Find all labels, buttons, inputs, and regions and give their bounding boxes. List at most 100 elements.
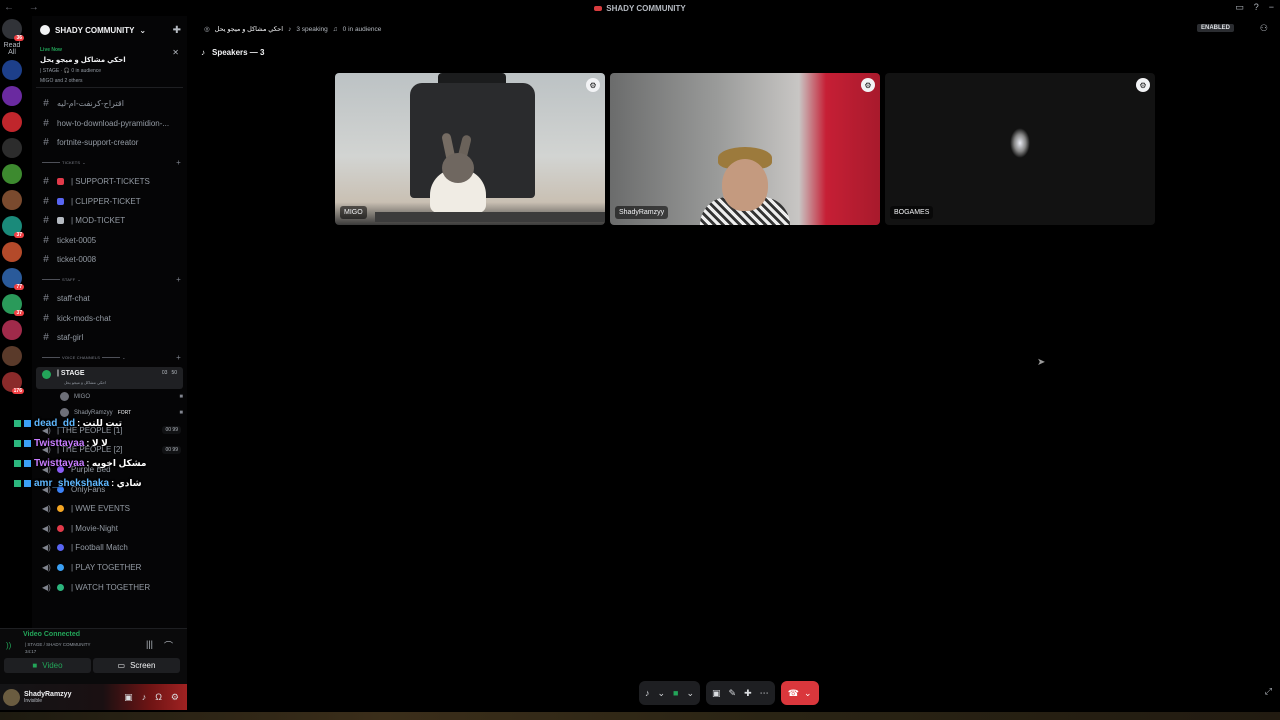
text-channel[interactable]: # | CLIPPER-TICKET [32, 191, 187, 211]
read-all-button[interactable]: Read All [0, 42, 24, 56]
text-channel[interactable]: # | MOD-TICKET [32, 211, 187, 231]
tile-options-icon[interactable]: ⚙ [861, 78, 875, 92]
fullscreen-icon[interactable]: ⤢ [1265, 686, 1272, 697]
live-now-label: Live Now [40, 47, 62, 53]
camera-icon: ■ [179, 393, 183, 400]
badge-icon [24, 459, 31, 467]
voice-channel[interactable]: ◀) | WWE EVENTS [32, 499, 187, 519]
microphone-icon[interactable]: ♪ [645, 688, 650, 698]
server-icon[interactable] [2, 164, 22, 184]
add-channel-icon[interactable]: + [176, 158, 181, 167]
staff-channels: # staff-chat # kick-mods-chat # staf-girl [32, 289, 187, 348]
nav-arrows[interactable]: ← → [4, 2, 45, 13]
window-title: SHADY COMMUNITY [594, 3, 686, 13]
video-button[interactable]: ■ Video [4, 658, 91, 673]
channel-name: | WWE EVENTS [71, 504, 130, 514]
voice-connected-server[interactable]: | STAGE / SHADY COMMUNITY [25, 642, 91, 647]
video-tile-migo[interactable]: ⚙ MIGO [335, 73, 605, 225]
server-icon[interactable]: 176 [2, 372, 24, 394]
text-channel[interactable]: # kick-mods-chat [32, 308, 187, 328]
add-channel-icon[interactable]: + [176, 275, 181, 284]
channel-name: ticket-0005 [57, 235, 97, 245]
close-icon[interactable]: ✕ [172, 48, 179, 57]
more-icon[interactable]: ⋯ [760, 688, 769, 699]
video-tile-bogames[interactable]: ⚙ BOGAMES [885, 73, 1155, 225]
leave-call-button[interactable]: ☎ ⌄ [780, 681, 819, 705]
tile-options-icon[interactable]: ⚙ [586, 78, 600, 92]
server-icon[interactable]: 37 [2, 216, 24, 238]
screen-share-button[interactable]: ▭ Screen [93, 658, 180, 673]
camera-icon[interactable]: ■ [673, 688, 678, 698]
server-icon[interactable]: 37 [2, 294, 24, 316]
activity-icon[interactable]: ✎ [729, 688, 737, 699]
chevron-down-icon[interactable]: ⌄ [686, 688, 694, 699]
guild-icon [40, 25, 50, 35]
text-channel[interactable]: # | SUPPORT-TICKETS [32, 172, 187, 192]
inbox-icon[interactable]: ▭ [1235, 2, 1244, 13]
window-controls: ▭ ? − [1235, 2, 1274, 13]
noise-suppression-icon[interactable]: ||| [146, 639, 153, 649]
voice-channel[interactable]: ◀) | Football Match [32, 538, 187, 558]
stage-channel[interactable]: | STAGE احكي مشاكل و ميجو يحل 03 50 [36, 366, 183, 389]
headphones-icon[interactable]: Ω [155, 692, 162, 703]
chevron-down-icon: ⌄ [139, 25, 147, 35]
text-channel[interactable]: # how-to-download-pyramidion-... [32, 114, 187, 134]
server-icon[interactable] [2, 60, 22, 80]
text-channel[interactable]: # staf-girl [32, 328, 187, 348]
game-icon[interactable]: ▣ [124, 692, 133, 703]
avatar[interactable] [3, 688, 20, 706]
voice-channel[interactable]: ◀) | WATCH TOGETHER [32, 577, 187, 597]
video-tile-shadyramzyy[interactable]: ⚙ ShadyRamzyy [610, 73, 880, 225]
text-channel[interactable]: # ticket-0005 [32, 231, 187, 251]
ticket-channels: # | SUPPORT-TICKETS # | CLIPPER-TICKET # | MO… [32, 172, 187, 270]
channel-name: kick-mods-chat [57, 313, 111, 323]
tile-options-icon[interactable]: ⚙ [1136, 78, 1150, 92]
category-tickets[interactable]: TICKETS ⌄ + [32, 153, 187, 172]
speaker-icon: ◀) [42, 582, 51, 592]
server-icon[interactable] [2, 138, 22, 158]
voice-channel[interactable]: ◀) | PLAY TOGETHER [32, 558, 187, 578]
chat-message: dead_dd: تيت للنت [0, 413, 160, 433]
signal-icon[interactable]: )) [6, 641, 11, 650]
add-channel-icon[interactable]: + [176, 353, 181, 362]
server-icon[interactable] [2, 112, 22, 132]
server-icon[interactable] [2, 242, 22, 262]
chevron-down-icon[interactable]: ⌄ [658, 688, 666, 699]
voice-channel[interactable]: ◀) | Movie-Night [32, 519, 187, 539]
chat-text: : تيت للنت [77, 417, 122, 428]
server-icon[interactable] [2, 346, 22, 366]
minimize-icon[interactable]: − [1269, 2, 1274, 13]
user-info[interactable]: ShadyRamzyy Invisible [24, 691, 71, 704]
enabled-badge[interactable]: ENABLED [1196, 24, 1234, 32]
screen-button-label: Screen [130, 661, 156, 670]
home-badge: 36 [14, 35, 24, 41]
window-title-text: SHADY COMMUNITY [606, 3, 686, 13]
voice-connected-status[interactable]: Video Connected [23, 631, 80, 638]
guild-header[interactable]: SHADY COMMUNITY ⌄ ✚ [32, 16, 187, 44]
server-icon[interactable]: 77 [2, 268, 24, 290]
stage-member[interactable]: MIGO ■ [32, 389, 187, 405]
members-icon[interactable]: ⚇ [1260, 23, 1268, 34]
text-channel[interactable]: # fortnite-support-creator [32, 133, 187, 153]
home-button[interactable]: 36 [2, 19, 24, 41]
text-channel[interactable]: # staff-chat [32, 289, 187, 309]
speaker-icon: ◀) [42, 523, 51, 533]
server-icon[interactable] [2, 190, 22, 210]
disconnect-icon[interactable]: ⌒ [164, 639, 173, 652]
category-staff[interactable]: STAFF ⌄ + [32, 270, 187, 289]
text-channel[interactable]: # ticket-0008 [32, 250, 187, 270]
microphone-icon[interactable]: ♪ [142, 692, 147, 703]
share-screen-icon[interactable]: ▣ [712, 688, 721, 699]
text-channel[interactable]: # اقتراح-كرنفت-ام-ليه [32, 94, 187, 114]
hash-icon: # [43, 98, 49, 110]
invite-icon[interactable]: ✚ [173, 25, 181, 36]
category-tickets-label: TICKETS [62, 159, 81, 165]
gear-icon[interactable]: ⚙ [171, 692, 179, 703]
category-voice[interactable]: VOICE CHANNELS ⌄ + [32, 348, 187, 367]
live-now-card[interactable]: Live Now احكي مشاكل و ميجو يحل | STAGE ·… [36, 44, 183, 88]
help-icon[interactable]: ? [1254, 2, 1259, 13]
stream-image [1010, 128, 1030, 158]
server-icon[interactable] [2, 86, 22, 106]
server-icon[interactable] [2, 320, 22, 340]
invite-icon[interactable]: ✚ [744, 688, 752, 699]
